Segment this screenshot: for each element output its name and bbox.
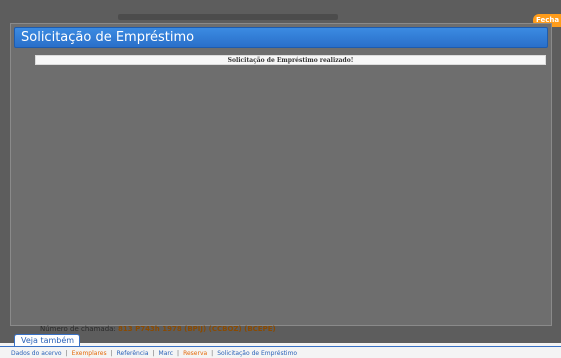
link-separator: |	[177, 350, 180, 357]
link-referencia[interactable]: Referência	[117, 350, 149, 357]
link-separator: |	[65, 350, 68, 357]
link-reserva[interactable]: Reserva	[183, 350, 207, 357]
tab-underline	[0, 346, 561, 347]
call-number-value: 813 P743h 1978 (BPIJ) (CCBOZ) (BCEPE)	[118, 325, 276, 333]
link-marc[interactable]: Marc	[159, 350, 174, 357]
see-also-links: Dados do acervo | Exemplares | Referência | Ma…	[11, 350, 297, 358]
link-separator: |	[110, 350, 113, 357]
link-exemplares[interactable]: Exemplares	[72, 350, 107, 357]
loan-request-dialog: Solicitação de Empréstimo Solicitação de…	[10, 23, 552, 326]
link-separator: |	[152, 350, 155, 357]
link-separator: |	[211, 350, 214, 357]
dialog-title: Solicitação de Empréstimo	[14, 27, 548, 48]
link-solicitacao-de-emprestimo[interactable]: Solicitação de Empréstimo	[217, 350, 297, 357]
call-number-label: Número de chamada:	[40, 325, 116, 333]
link-dados-do-acervo[interactable]: Dados do acervo	[11, 350, 62, 357]
success-message: Solicitação de Empréstimo realizado!	[35, 55, 546, 65]
